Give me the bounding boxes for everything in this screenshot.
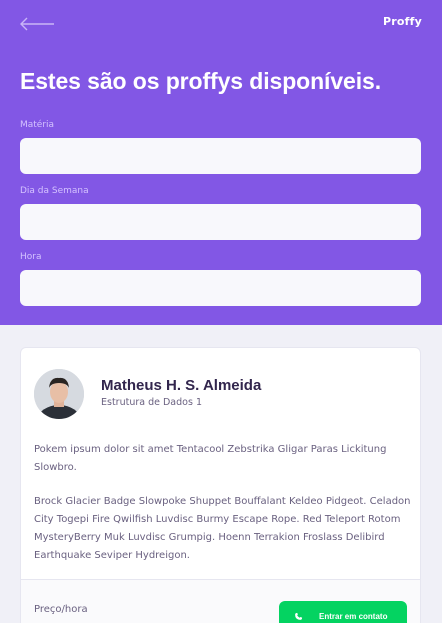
arrow-left-icon [20, 17, 54, 31]
subject-input[interactable] [20, 138, 421, 174]
whatsapp-icon [295, 612, 303, 620]
bio-paragraph: Pokem ipsum dolor sit amet Tentacool Zeb… [34, 444, 387, 473]
page-header: Proffy Estes são os proffys disponíveis.… [0, 0, 442, 325]
contact-button[interactable]: Entrar em contato [279, 601, 407, 623]
teacher-subject: Estrutura de Dados 1 [101, 397, 202, 408]
page-title: Estes são os proffys disponíveis. [20, 68, 381, 94]
contact-label: Entrar em contato [319, 611, 388, 621]
weekday-label: Dia da Semana [20, 186, 89, 196]
time-label: Hora [20, 252, 42, 262]
logo: Proffy [383, 15, 422, 28]
teacher-name: Matheus H. S. Almeida [101, 377, 262, 394]
avatar [34, 369, 84, 419]
weekday-input[interactable] [20, 204, 421, 240]
teacher-card: Matheus H. S. Almeida Estrutura de Dados… [20, 347, 421, 623]
bio-paragraph: Brock Glacier Badge Slowpoke Shuppet Bou… [34, 496, 411, 561]
time-input[interactable] [20, 270, 421, 306]
avatar-image [34, 369, 84, 419]
card-footer: Preço/hora Entrar em contato [21, 579, 420, 623]
subject-label: Matéria [20, 120, 55, 130]
back-button[interactable] [18, 14, 56, 34]
teacher-bio: Pokem ipsum dolor sit amet Tentacool Zeb… [34, 441, 412, 565]
price-label: Preço/hora [34, 604, 88, 615]
